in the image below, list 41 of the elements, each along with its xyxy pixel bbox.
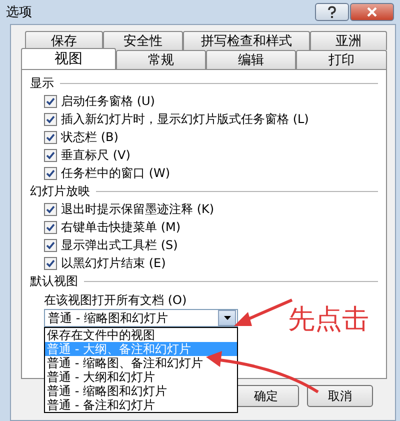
group-heading: 幻灯片放映 xyxy=(30,182,90,200)
checkbox[interactable] xyxy=(44,256,57,270)
dialog-button[interactable]: 取消 xyxy=(307,385,373,407)
checkbox[interactable] xyxy=(44,112,57,126)
tab[interactable]: 编辑 xyxy=(206,50,296,69)
checkbox[interactable] xyxy=(44,130,57,144)
option-label: 任务栏中的窗口 (W) xyxy=(61,164,170,182)
option-label: 显示弹出式工具栏 (S) xyxy=(61,236,178,254)
tab[interactable]: 安全性 xyxy=(103,31,183,50)
option-label: 垂直标尺 (V) xyxy=(61,146,130,164)
dropdown-option[interactable]: 普通 - 大纲和幻灯片 xyxy=(45,370,237,384)
group-heading: 显示 xyxy=(30,74,54,92)
dropdown-field[interactable]: 普通 - 缩略图和幻灯片 xyxy=(44,309,238,327)
option-label: 插入新幻灯片时，显示幻灯片版式任务窗格 (L) xyxy=(61,110,309,128)
annotation-text: 先点击 xyxy=(288,303,369,337)
checkbox[interactable] xyxy=(44,148,57,162)
window-title: 选项 xyxy=(6,4,33,21)
checkbox[interactable] xyxy=(44,220,57,234)
checkbox[interactable] xyxy=(44,166,57,180)
tab[interactable]: 亚洲 xyxy=(310,31,387,50)
tab[interactable]: 打印 xyxy=(296,50,387,69)
option-label: 退出时提示保留墨迹注释 (K) xyxy=(61,200,214,218)
dropdown-icon[interactable] xyxy=(218,310,236,326)
help-icon xyxy=(327,6,337,18)
checkbox[interactable] xyxy=(44,94,57,108)
dropdown-option[interactable]: 普通 - 缩略图、备注和幻灯片 xyxy=(45,356,237,370)
help-button[interactable] xyxy=(315,3,349,21)
close-icon xyxy=(367,7,377,17)
option-label: 以黑幻灯片结束 (E) xyxy=(61,254,166,272)
option-label: 启动任务窗格 (U) xyxy=(61,92,155,110)
dropdown-option[interactable]: 保存在文件中的视图 xyxy=(45,328,237,342)
field-label: 在该视图打开所有文档 (O) xyxy=(44,292,188,309)
tab[interactable]: 常规 xyxy=(116,50,206,69)
checkbox[interactable] xyxy=(44,202,57,216)
option-label: 右键单击快捷菜单 (M) xyxy=(61,218,181,236)
tab[interactable]: 拼写检查和样式 xyxy=(183,31,310,50)
option-label: 状态栏 (B) xyxy=(61,128,118,146)
checkbox[interactable] xyxy=(44,238,57,252)
close-button[interactable] xyxy=(350,3,394,21)
group-heading: 默认视图 xyxy=(30,272,78,290)
tab[interactable]: 视图 xyxy=(21,48,116,69)
